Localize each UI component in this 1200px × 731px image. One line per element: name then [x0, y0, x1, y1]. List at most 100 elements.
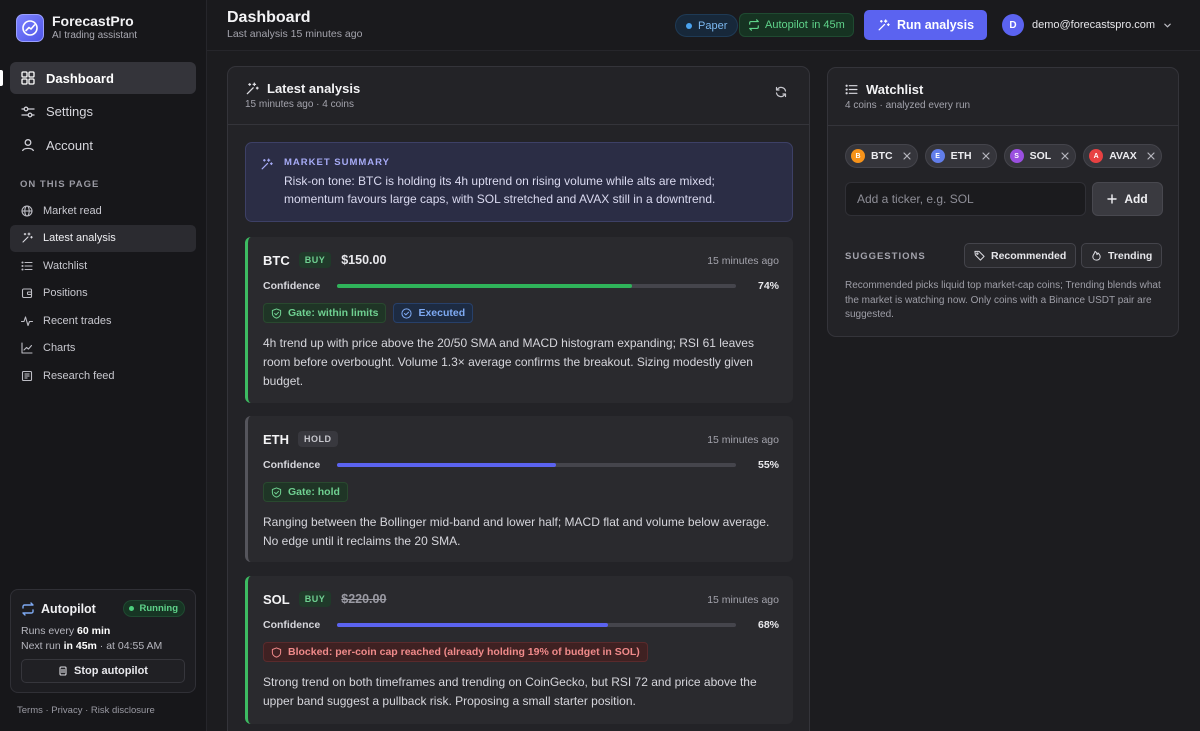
gate-tag-label: Gate: within limits [288, 307, 379, 319]
autopilot-pill-countdown: in 45m [811, 19, 845, 31]
sub-item-positions[interactable]: Positions [10, 280, 196, 308]
shield-check-icon [271, 486, 282, 498]
footer-links[interactable]: Terms · Privacy · Risk disclosure [17, 705, 155, 716]
coin-card-btc: BTC BUY $150.00 15 minutes ago Confidenc… [245, 237, 793, 403]
repeat-icon [748, 19, 760, 31]
sub-item-research-feed[interactable]: Research feed [10, 362, 196, 390]
nav-item-settings[interactable]: Settings [10, 96, 196, 128]
sub-item-label: Charts [43, 342, 76, 355]
coin-symbol: SOL [263, 591, 290, 607]
watchlist-chip-sol: S SOL [1003, 144, 1077, 168]
add-ticker-button[interactable]: Add [1092, 182, 1163, 216]
sub-item-watchlist[interactable]: Watchlist [10, 252, 196, 280]
wand-icon [877, 18, 890, 32]
shield-check-icon [271, 307, 282, 319]
coin-card-sol: SOL BUY $220.00 15 minutes ago Confidenc… [245, 576, 793, 724]
latest-analysis-panel: Latest analysis 15 minutes ago · 4 coins… [227, 66, 810, 731]
chip-label: BTC [871, 150, 893, 162]
run-analysis-button[interactable]: Run analysis [864, 10, 987, 40]
autopilot-next-run: Next run in 45m · at 04:55 AM [21, 640, 185, 652]
gate-tags: Gate: within limits Executed [263, 303, 480, 323]
run-analysis-label: Run analysis [896, 18, 975, 32]
autopilot-status-pill[interactable]: Autopilot in 45m [739, 13, 854, 37]
action-badge: BUY [298, 591, 332, 607]
close-icon[interactable] [1147, 152, 1155, 160]
next-suffix: · at 04:55 AM [99, 640, 163, 652]
avax-coin-icon: A [1089, 149, 1104, 163]
on-this-page-nav: Market read Latest analysis Watchlist Po… [10, 197, 196, 390]
confidence-bar [337, 623, 736, 627]
blocked-tag-label: Blocked: per-coin cap reached (already h… [288, 646, 640, 658]
on-this-page-label: ON THIS PAGE [20, 179, 100, 190]
sparkle-icon [260, 158, 273, 171]
nav-label: Account [46, 137, 93, 153]
sub-item-latest-analysis[interactable]: Latest analysis [10, 224, 196, 252]
btc-coin-icon: B [851, 149, 865, 163]
refresh-icon[interactable] [775, 86, 787, 98]
executed-tag: Executed [393, 303, 474, 323]
nav-item-dashboard[interactable]: Dashboard [10, 62, 196, 94]
eth-coin-icon: E [930, 149, 945, 163]
coin-card-eth: ETH HOLD 15 minutes ago Confidence 55% G… [245, 416, 793, 562]
nav-item-account[interactable]: Account [10, 129, 196, 161]
watchlist-chips: B BTC E ETH S SOL A AVAX [845, 144, 1169, 168]
shield-icon [271, 646, 282, 658]
watchlist-chip-avax: A AVAX [1083, 144, 1162, 168]
trending-button[interactable]: Trending [1081, 243, 1163, 268]
user-menu[interactable]: D demo@forecastspro.com [1002, 14, 1172, 36]
sol-coin-icon: S [1009, 149, 1024, 163]
sub-item-label: Watchlist [43, 259, 88, 272]
sub-item-recent-trades[interactable]: Recent trades [10, 307, 196, 335]
sub-item-charts[interactable]: Charts [10, 335, 196, 363]
runs-value: 60 min [77, 625, 111, 637]
analysis-title-text: Latest analysis [267, 81, 361, 96]
executed-tag-label: Executed [418, 307, 466, 319]
sparkle-icon [245, 82, 259, 96]
logo-icon [16, 13, 44, 42]
watchlist-panel: Watchlist 4 coins · analyzed every run B… [827, 67, 1179, 337]
watchlist-chip-eth: E ETH [924, 144, 997, 168]
newspaper-icon [21, 370, 33, 382]
coin-time: 15 minutes ago [707, 594, 779, 606]
market-summary-text: Risk-on tone: BTC is holding its 4h uptr… [284, 174, 716, 206]
close-icon[interactable] [981, 152, 990, 160]
paper-mode-badge[interactable]: Paper [675, 14, 739, 37]
confidence-bar [337, 284, 736, 288]
paper-label: Paper [698, 19, 728, 32]
recommended-label: Recommended [991, 249, 1067, 262]
sub-item-label: Research feed [43, 369, 115, 382]
confidence-row: Confidence 74% [263, 280, 779, 292]
pause-icon [58, 666, 68, 676]
close-icon[interactable] [902, 152, 911, 160]
confidence-value: 74% [757, 280, 779, 292]
analysis-subtitle: 15 minutes ago · 4 coins [245, 99, 354, 110]
grid-icon [21, 71, 35, 85]
autopilot-pill-label: Autopilot [765, 19, 808, 31]
sub-item-market-read[interactable]: Market read [10, 197, 196, 225]
watchlist-title-text: Watchlist [866, 82, 924, 97]
recommended-button[interactable]: Recommended [964, 243, 1077, 268]
ticker-input[interactable] [845, 182, 1086, 216]
market-summary: MARKET SUMMARY Risk-on tone: BTC is hold… [245, 142, 793, 222]
wallet-icon [21, 287, 33, 299]
brand[interactable]: ForecastPro AI trading assistant [16, 13, 137, 42]
chart-icon [21, 342, 33, 354]
runs-prefix: Runs every [21, 625, 75, 637]
sparkle-icon [21, 232, 33, 244]
coin-time: 15 minutes ago [707, 255, 779, 267]
close-icon[interactable] [1061, 152, 1069, 160]
confidence-label: Confidence [263, 280, 321, 292]
stop-autopilot-button[interactable]: Stop autopilot [21, 659, 185, 683]
watchlist-chip-btc: B BTC [845, 144, 918, 168]
sidebar: ForecastPro AI trading assistant Dashboa… [0, 0, 207, 731]
suggestions-label: SUGGESTIONS [845, 251, 926, 262]
gate-tag-label: Gate: hold [288, 486, 340, 498]
gate-tags: Gate: hold [263, 482, 355, 502]
autopilot-status-text: Running [139, 603, 178, 614]
coin-rationale: 4h trend up with price above the 20/50 S… [263, 336, 754, 388]
sub-item-label: Recent trades [43, 314, 112, 327]
sub-item-label: Latest analysis [43, 232, 116, 245]
coin-price: $220.00 [341, 592, 387, 606]
chip-label: ETH [950, 150, 972, 162]
confidence-label: Confidence [263, 459, 321, 471]
